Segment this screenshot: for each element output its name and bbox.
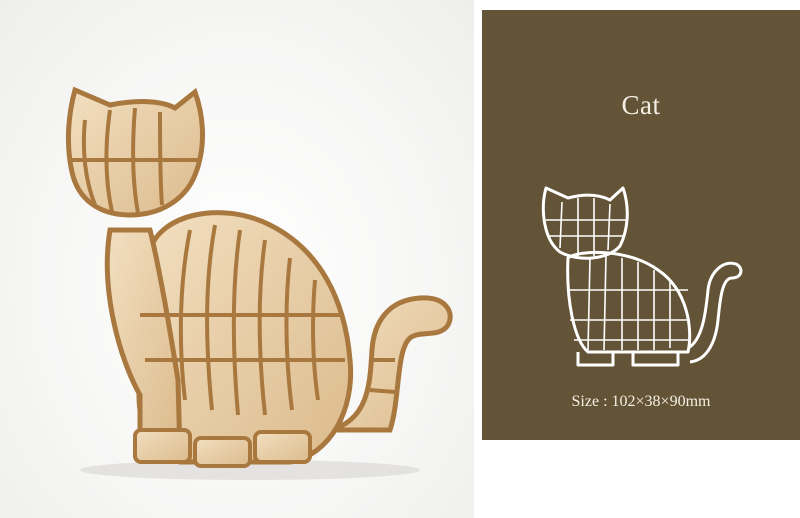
size-label: Size :	[571, 393, 608, 410]
product-photo	[0, 0, 474, 518]
size-value: 102×38×90mm	[611, 393, 711, 410]
product-info-panel: Cat Size : 102×38×90mm	[482, 10, 800, 440]
wooden-cat-illustration	[65, 86, 453, 480]
product-title: Cat	[621, 90, 661, 120]
size-spec: Size : 102×38×90mm	[482, 393, 800, 411]
cat-outline-icon	[541, 186, 743, 367]
